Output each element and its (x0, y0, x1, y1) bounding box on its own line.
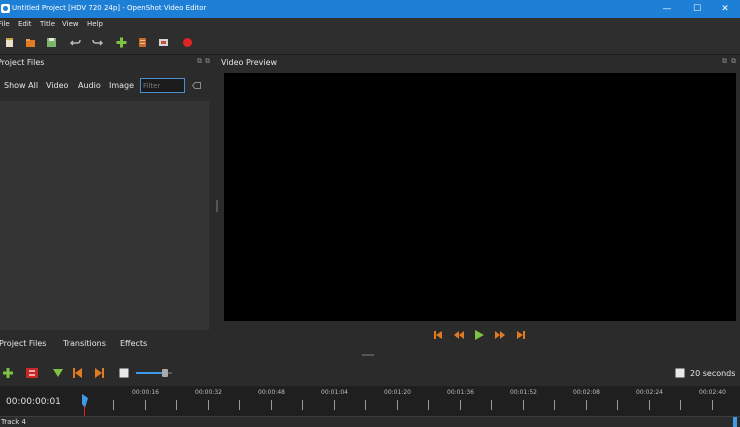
profile-icon[interactable] (137, 37, 148, 48)
ruler-label: 00:01:36 (447, 389, 474, 396)
ruler-tick (113, 400, 114, 410)
fast-forward-icon[interactable] (495, 331, 505, 339)
video-preview-title: Video Preview (221, 58, 278, 67)
ruler-label: 00:00:48 (258, 389, 285, 396)
ruler-tick (523, 400, 524, 410)
maximize-button[interactable]: ☐ (682, 0, 712, 18)
ruler-tick (271, 400, 272, 410)
ruler-tick (712, 400, 713, 410)
tab-project-files[interactable]: Project Files (0, 339, 46, 348)
minimize-button[interactable]: — (652, 0, 682, 18)
timeline-toolbar: 20 seconds (0, 362, 740, 386)
ruler-tick (334, 400, 335, 410)
ruler-label: 00:02:08 (573, 389, 600, 396)
add-track-icon[interactable] (3, 368, 13, 378)
jump-start-icon[interactable] (433, 330, 443, 340)
zoom-label: 20 seconds (690, 369, 736, 378)
menu-title[interactable]: Title (40, 20, 55, 28)
center-playhead-icon[interactable] (119, 368, 129, 378)
ruler-tick (145, 400, 146, 410)
jump-end-icon[interactable] (516, 330, 526, 340)
ruler-tick (554, 400, 555, 410)
menu-view[interactable]: View (62, 20, 79, 28)
dock-close-icon[interactable]: ⧉ (731, 57, 736, 66)
rewind-icon[interactable] (454, 331, 464, 339)
track-label: Track 4 (1, 418, 26, 426)
filter-audio[interactable]: Audio (78, 81, 101, 90)
ruler-tick (428, 400, 429, 410)
ruler-tick (365, 400, 366, 410)
openshot-logo-icon (1, 4, 10, 13)
ruler-label: 00:00:16 (132, 389, 159, 396)
video-preview-area[interactable] (224, 73, 736, 321)
ruler-tick (397, 400, 398, 410)
filter-input[interactable] (140, 78, 185, 93)
menu-file[interactable]: File (0, 20, 10, 28)
add-marker-icon[interactable] (53, 369, 63, 377)
ruler-label: 00:02:40 (699, 389, 726, 396)
snap-icon[interactable] (26, 368, 38, 378)
panel-splitter-horizontal[interactable] (362, 354, 374, 356)
ruler-label: 00:01:52 (510, 389, 537, 396)
ruler-tick (617, 400, 618, 410)
fullscreen-icon[interactable] (158, 37, 169, 48)
import-files-icon[interactable] (116, 37, 127, 48)
timeline-scrollbar[interactable] (733, 417, 737, 427)
redo-icon[interactable] (92, 37, 103, 48)
open-project-icon[interactable] (25, 37, 36, 48)
close-button[interactable]: ✕ (710, 0, 740, 18)
title-bar: Untitled Project [HDV 720 24p] - OpenSho… (0, 0, 740, 18)
new-project-icon[interactable] (4, 37, 15, 48)
play-icon[interactable] (475, 330, 484, 340)
dock-float-icon[interactable]: ⧉ (197, 57, 202, 66)
ruler-label: 00:01:04 (321, 389, 348, 396)
ruler-tick (239, 400, 240, 410)
menu-help[interactable]: Help (87, 20, 103, 28)
filter-image[interactable]: Image (109, 81, 134, 90)
export-video-icon[interactable] (182, 37, 193, 48)
filter-video[interactable]: Video (46, 81, 68, 90)
playhead-icon[interactable] (80, 394, 90, 408)
dock-float-icon[interactable]: ⧉ (722, 57, 727, 66)
timeline-ruler[interactable]: 00:00:00:01 (0, 386, 740, 427)
zoom-slider-fill (136, 372, 165, 374)
project-files-list[interactable] (0, 101, 209, 330)
window-title: Untitled Project [HDV 720 24p] - OpenSho… (12, 4, 207, 12)
panel-splitter-vertical[interactable] (216, 200, 218, 212)
undo-icon[interactable] (70, 37, 81, 48)
ruler-label: 00:00:32 (195, 389, 222, 396)
zoom-slider-handle[interactable] (162, 369, 168, 377)
ruler-tick (491, 400, 492, 410)
ruler-tick (176, 400, 177, 410)
project-files-title: Project Files (0, 58, 45, 67)
ruler-tick (460, 400, 461, 410)
ruler-tick (586, 400, 587, 410)
clear-filter-icon[interactable] (192, 82, 201, 89)
menu-edit[interactable]: Edit (18, 20, 32, 28)
menu-bar: File Edit Title View Help (0, 18, 740, 31)
ruler-label: 00:02:24 (636, 389, 663, 396)
tab-transitions[interactable]: Transitions (63, 339, 106, 348)
next-marker-icon[interactable] (95, 368, 104, 378)
zoom-icon (675, 368, 685, 378)
tab-effects[interactable]: Effects (120, 339, 147, 348)
ruler-tick (680, 400, 681, 410)
save-project-icon[interactable] (46, 37, 57, 48)
ruler-label: 00:01:20 (384, 389, 411, 396)
dock-close-icon[interactable]: ⧉ (205, 57, 210, 66)
ruler-tick (208, 400, 209, 410)
filter-show-all[interactable]: Show All (4, 81, 38, 90)
ruler-tick (649, 400, 650, 410)
timecode-display: 00:00:00:01 (6, 397, 61, 407)
timeline-track-row[interactable]: Track 4 (0, 416, 740, 427)
previous-marker-icon[interactable] (73, 368, 82, 378)
main-toolbar (0, 31, 740, 55)
ruler-tick (302, 400, 303, 410)
